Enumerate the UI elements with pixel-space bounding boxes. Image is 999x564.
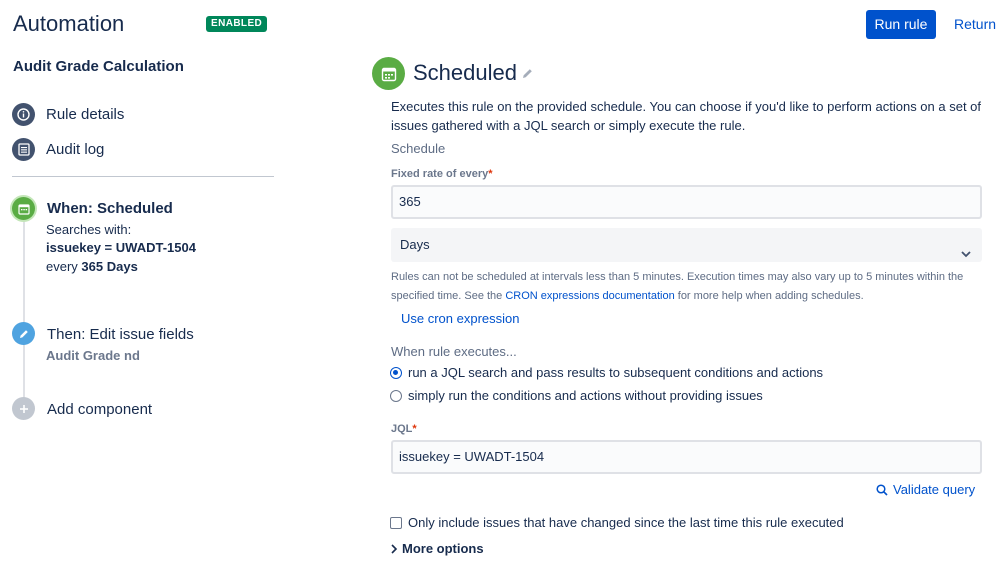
- schedule-label: Schedule: [391, 141, 446, 156]
- schedule-help-text: Rules can not be scheduled at intervals …: [391, 268, 981, 306]
- component-description: Executes this rule on the provided sched…: [391, 99, 982, 133]
- return-link[interactable]: Return t: [954, 16, 999, 32]
- fixed-rate-label: Fixed rate of every*: [391, 168, 493, 180]
- required-marker: *: [488, 168, 493, 180]
- list-icon: [12, 138, 35, 161]
- trigger-title[interactable]: When: Scheduled: [47, 200, 173, 217]
- sidebar-item-rule-details[interactable]: Rule details: [12, 103, 124, 126]
- sidebar-item-label: Rule details: [46, 106, 125, 123]
- status-badge: ENABLED: [206, 16, 268, 32]
- cron-docs-link[interactable]: CRON expressions documentation: [505, 290, 674, 302]
- page-title: Automation: [13, 11, 125, 36]
- interval-unit-select[interactable]: Days: [391, 228, 982, 262]
- frequency-value: 365 Days: [81, 259, 138, 274]
- sidebar-divider: [12, 176, 274, 177]
- rule-name: Audit Grade Calculation: [13, 58, 184, 75]
- only-changed-label: Only include issues that have changed si…: [408, 515, 844, 530]
- more-options-label: More options: [402, 541, 484, 556]
- component-title: Scheduled: [413, 60, 517, 85]
- radio-button-selected[interactable]: [390, 366, 402, 379]
- required-marker: *: [412, 423, 417, 435]
- run-rule-button[interactable]: Run rule: [866, 10, 936, 39]
- validate-query-label: Validate query: [893, 482, 976, 497]
- trigger-searches-label: Searches with:: [46, 222, 132, 237]
- use-cron-expression-link[interactable]: Use cron expression: [401, 311, 520, 326]
- search-icon: [876, 483, 888, 496]
- frequency-prefix: every: [46, 259, 78, 274]
- help-text-after: for more help when adding schedules.: [674, 290, 864, 302]
- radio-button[interactable]: [390, 389, 402, 402]
- jql-label-text: JQL: [391, 423, 413, 435]
- calendar-icon: [372, 57, 405, 90]
- sidebar-item-audit-log[interactable]: Audit log: [12, 138, 104, 161]
- fixed-rate-input[interactable]: 365: [391, 185, 982, 219]
- add-component-button[interactable]: Add component: [47, 401, 152, 418]
- action-subtitle: Audit Grade nd: [46, 348, 140, 363]
- trigger-frequency: every 365 Days: [46, 259, 138, 274]
- jql-input[interactable]: issuekey = UWADT-1504: [391, 440, 982, 474]
- timeline-connector: [23, 220, 25, 406]
- plus-icon[interactable]: [12, 397, 35, 420]
- interval-unit-value: Days: [400, 237, 430, 252]
- radio-option-jql-search[interactable]: run a JQL search and pass results to sub…: [390, 365, 823, 380]
- radio-label: run a JQL search and pass results to sub…: [408, 365, 824, 380]
- edit-title-icon[interactable]: [521, 67, 534, 85]
- fixed-rate-label-text: Fixed rate of every: [391, 168, 489, 180]
- info-icon: [12, 103, 35, 126]
- jql-label: JQL*: [391, 423, 417, 435]
- calendar-icon[interactable]: [12, 197, 35, 220]
- radio-label: simply run the conditions and actions wi…: [408, 388, 763, 403]
- action-title[interactable]: Then: Edit issue fields: [47, 326, 194, 343]
- only-changed-option[interactable]: Only include issues that have changed si…: [390, 515, 844, 530]
- more-options-toggle[interactable]: More options: [390, 541, 484, 556]
- validate-query-link[interactable]: Validate query: [876, 482, 975, 497]
- when-executes-label: When rule executes...: [391, 344, 517, 359]
- only-changed-checkbox[interactable]: [390, 516, 402, 529]
- radio-option-no-issues[interactable]: simply run the conditions and actions wi…: [390, 388, 763, 403]
- chevron-right-icon: [390, 543, 398, 554]
- sidebar-item-label: Audit log: [46, 141, 105, 158]
- pencil-icon[interactable]: [12, 322, 35, 345]
- trigger-query: issuekey = UWADT-1504: [46, 240, 196, 255]
